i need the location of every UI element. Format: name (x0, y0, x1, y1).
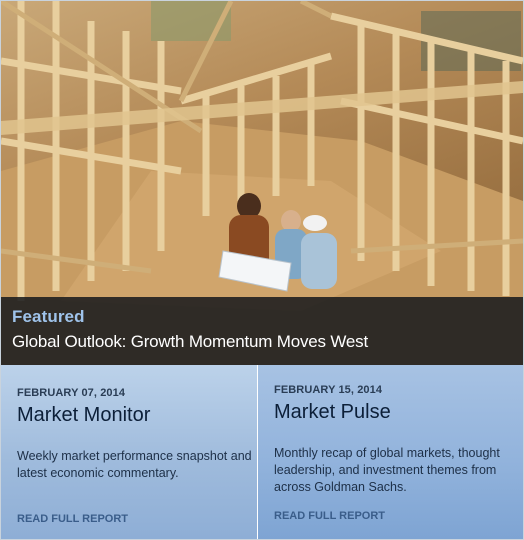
card-description: Weekly market performance snapshot and l… (17, 449, 252, 480)
read-full-report-link[interactable]: READ FULL REPORT (17, 513, 128, 525)
report-cards: FEBRUARY 07, 2014 Market Monitor Weekly … (1, 365, 523, 539)
card-date: FEBRUARY 07, 2014 (17, 387, 126, 399)
card-title[interactable]: Market Monitor (17, 404, 150, 427)
card-date: FEBRUARY 15, 2014 (274, 384, 383, 396)
market-pulse-card: FEBRUARY 15, 2014 Market Pulse Monthly r… (258, 365, 523, 539)
featured-label: Featured (12, 307, 85, 326)
featured-caption: Featured Global Outlook: Growth Momentum… (1, 297, 523, 365)
featured-widget: Featured Global Outlook: Growth Momentum… (0, 0, 524, 540)
read-full-report-link[interactable]: READ FULL REPORT (274, 510, 385, 522)
featured-title-link[interactable]: Global Outlook: Growth Momentum Moves We… (12, 332, 368, 352)
card-description: Monthly recap of global markets, thought… (274, 446, 500, 494)
card-title[interactable]: Market Pulse (274, 401, 391, 424)
featured-hero[interactable]: Featured Global Outlook: Growth Momentum… (1, 1, 523, 365)
market-monitor-card: FEBRUARY 07, 2014 Market Monitor Weekly … (1, 365, 257, 539)
